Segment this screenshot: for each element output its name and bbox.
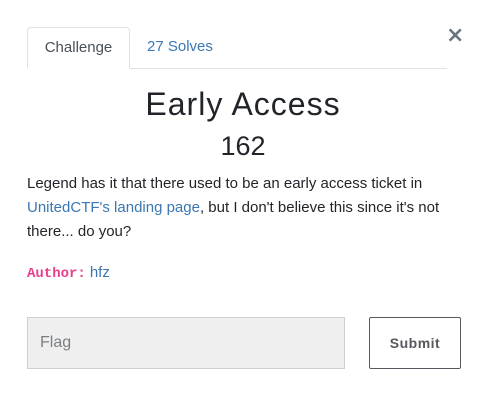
author-name: hfz	[89, 264, 110, 281]
challenge-tabs: Challenge 27 Solves	[27, 27, 447, 69]
challenge-value: 162	[220, 131, 266, 161]
description-text-before: Legend has it that there used to be an e…	[27, 175, 423, 192]
author-line: Author: hfz	[27, 262, 110, 284]
submit-button[interactable]: Submit	[369, 317, 461, 369]
tab-challenge[interactable]: Challenge	[27, 27, 130, 69]
close-icon[interactable]: ×	[446, 25, 464, 47]
challenge-modal: Challenge 27 Solves × Early Access 162 L…	[0, 0, 481, 404]
landing-page-link[interactable]: UnitedCTF's landing page	[27, 199, 200, 216]
author-label: Author:	[27, 266, 86, 282]
challenge-name: Early Access	[145, 86, 341, 122]
flag-input[interactable]	[27, 317, 345, 369]
tab-solves[interactable]: 27 Solves	[130, 27, 230, 68]
challenge-description: Legend has it that there used to be an e…	[27, 172, 467, 244]
